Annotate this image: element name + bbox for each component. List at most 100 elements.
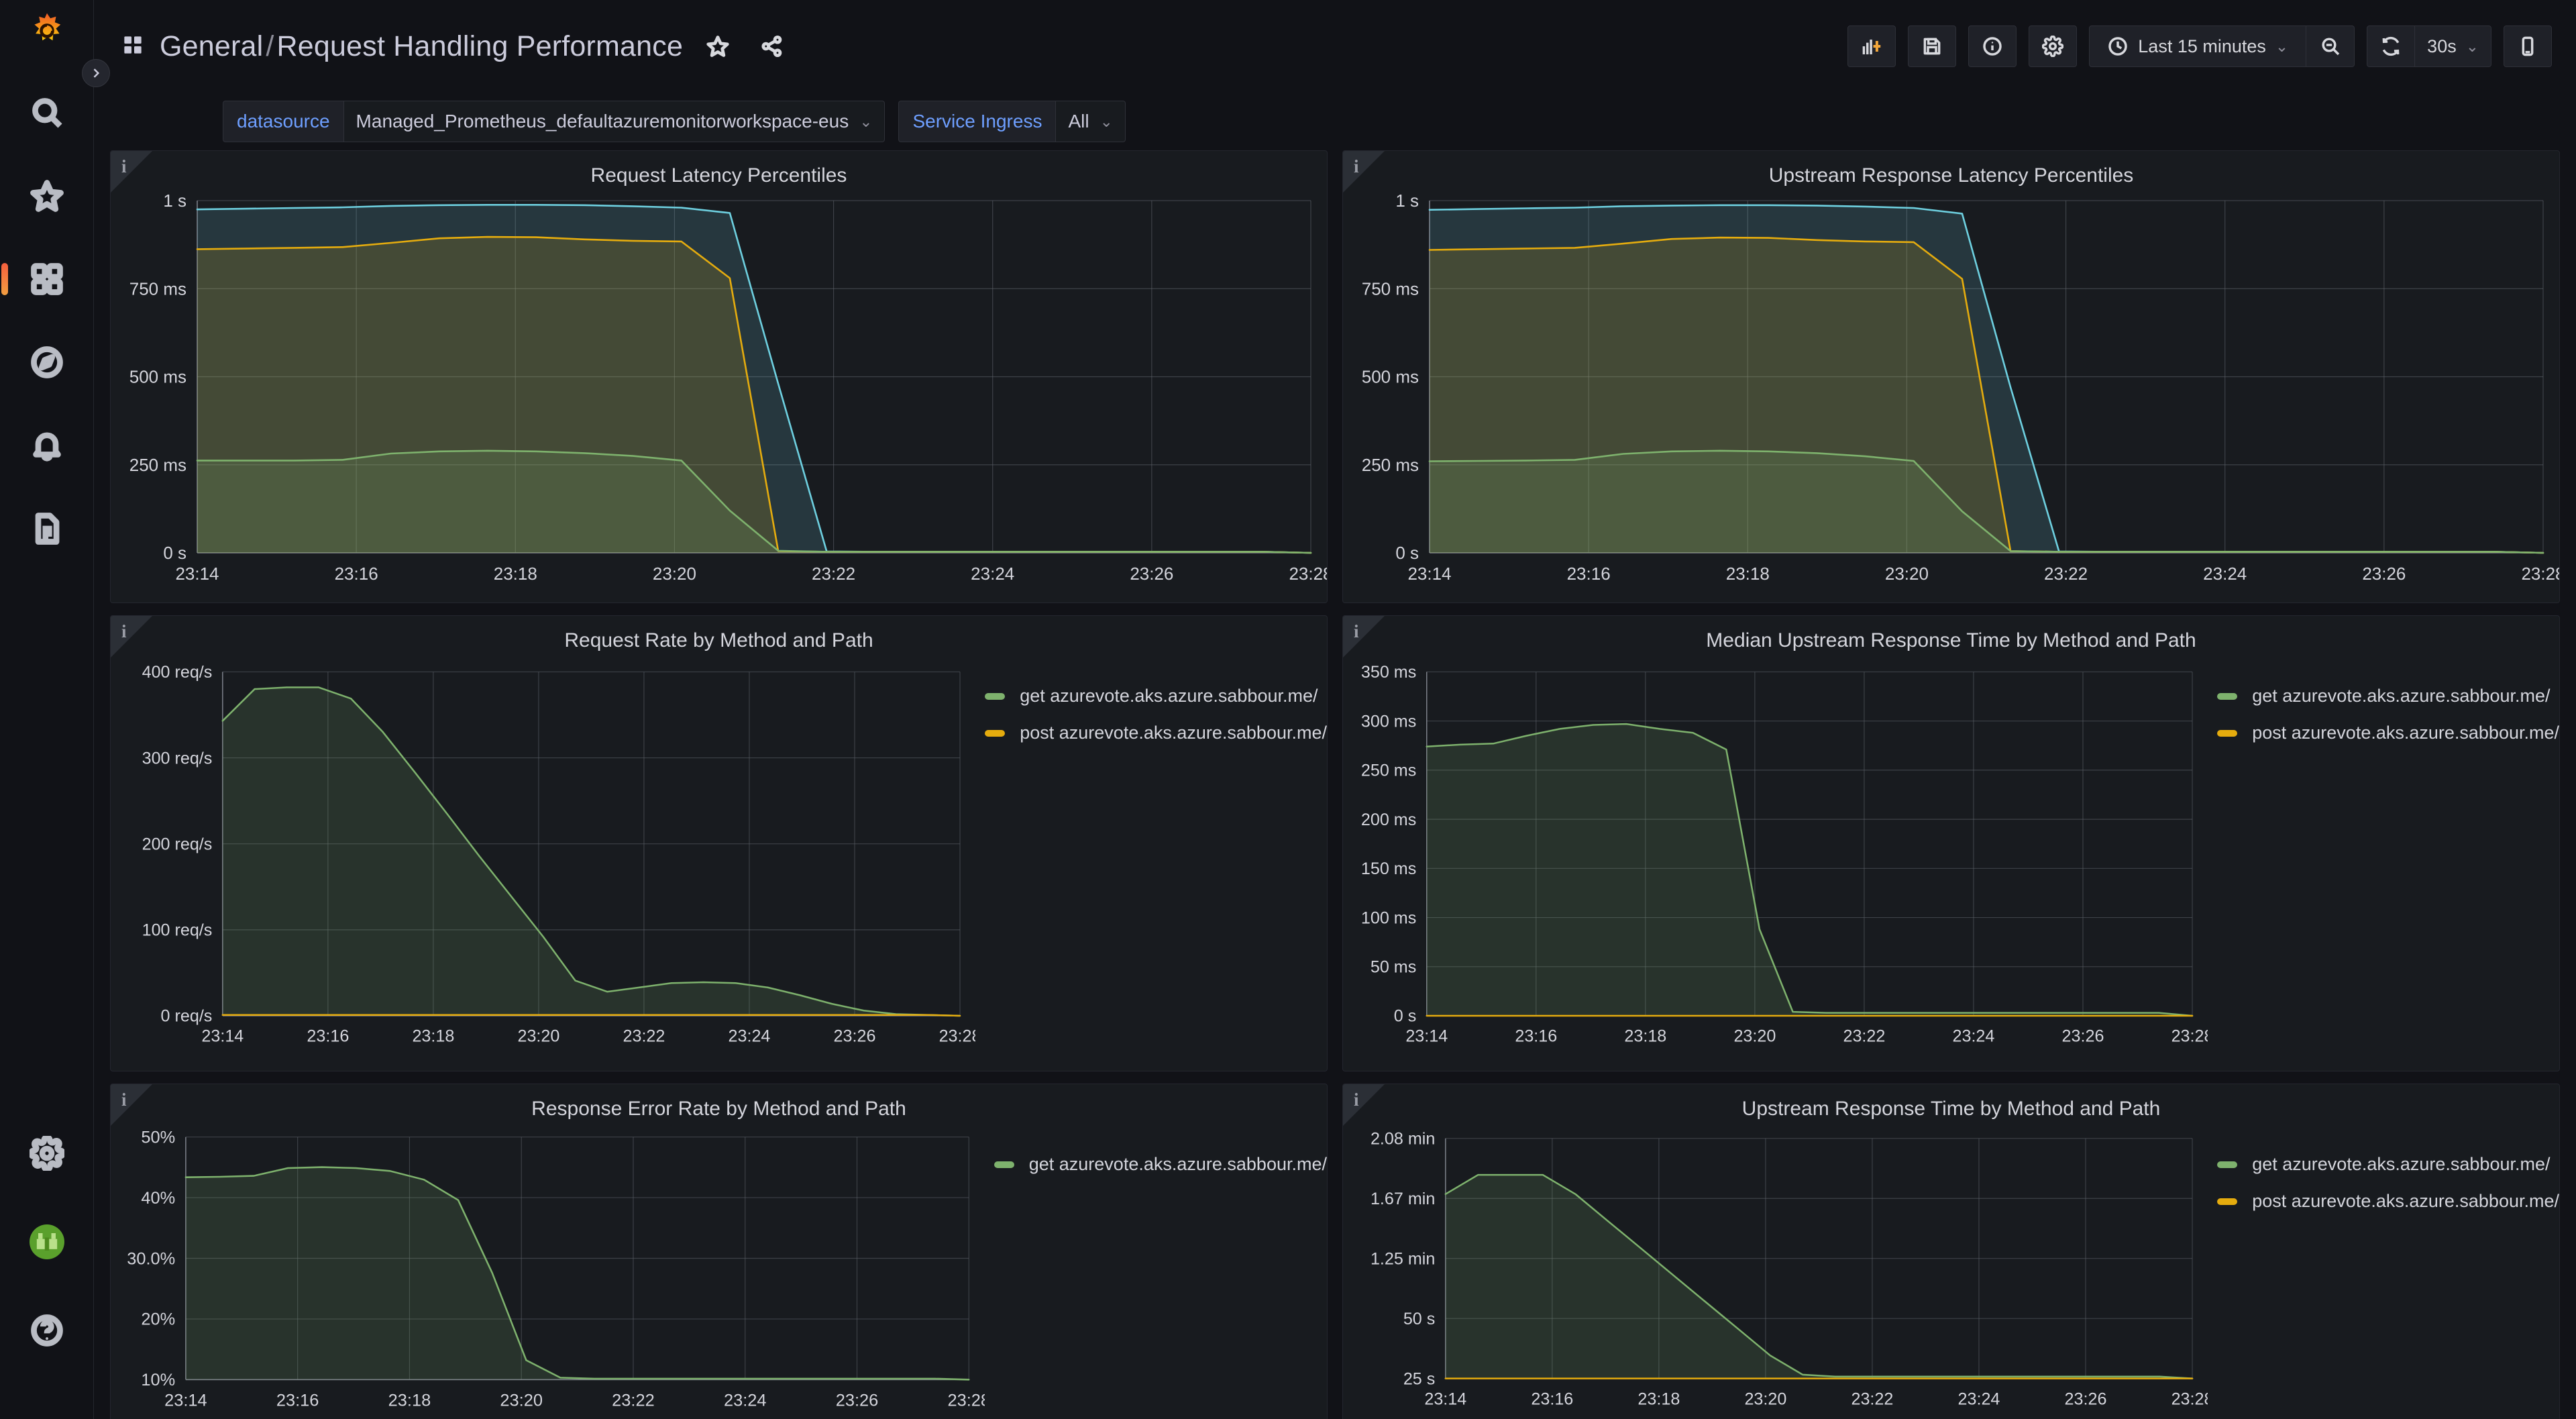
svg-text:0 s: 0 s <box>1394 1007 1417 1026</box>
svg-text:40%: 40% <box>141 1189 175 1208</box>
add-panel-icon <box>1862 40 1881 54</box>
panel-title: Request Latency Percentiles <box>590 164 847 186</box>
svg-text:0 s: 0 s <box>163 543 186 563</box>
add-panel-button[interactable] <box>1847 25 1896 67</box>
sidebar-item-search[interactable] <box>23 89 71 137</box>
sidebar-item-user-profile[interactable] <box>23 1218 71 1266</box>
legend-color-swatch <box>985 692 1006 700</box>
refresh-interval-picker[interactable]: 30s ⌄ <box>2415 25 2491 67</box>
plot-area[interactable]: 0 s 50 ms 100 ms 150 ms 200 ms 250 ms 300 ms 35… <box>1343 651 2208 1065</box>
search-icon <box>32 98 62 128</box>
sidebar-item-dashboards[interactable] <box>1 255 71 303</box>
svg-text:23:28: 23:28 <box>2521 564 2559 584</box>
plot-area[interactable]: 10% 20% 30.0% 40% 50% 23:14 23:16 23:18 23:20 23:… <box>111 1119 985 1419</box>
star-dashboard-button[interactable] <box>699 28 737 65</box>
svg-text:0 req/s: 0 req/s <box>161 1007 213 1026</box>
chart-legend[interactable]: get azurevote.aks.azure.sabbour.me/post … <box>975 651 1327 1065</box>
refresh-button[interactable] <box>2367 25 2416 67</box>
dashboard-settings-button[interactable] <box>2029 25 2078 67</box>
plot-area[interactable]: 0 s 250 ms 500 ms 750 ms 1 s 23:14 23:16 23:18 2… <box>111 186 1327 597</box>
info-icon[interactable]: i <box>1354 621 1359 642</box>
sidebar-item-explore[interactable] <box>23 338 71 386</box>
chart-legend[interactable]: get azurevote.aks.azure.sabbour.me/post … <box>2208 651 2559 1065</box>
star-icon <box>30 180 64 212</box>
legend-label: post azurevote.aks.azure.sabbour.me/ <box>2252 723 2559 743</box>
sidebar-item-starred[interactable] <box>23 172 71 220</box>
svg-text:1.67 min: 1.67 min <box>1371 1190 1435 1208</box>
info-icon[interactable]: i <box>1354 1090 1359 1110</box>
svg-text:23:14: 23:14 <box>201 1027 244 1046</box>
plot-area[interactable]: 0 s 250 ms 500 ms 750 ms 1 s 23:14 23:16 23:18 2… <box>1343 186 2559 597</box>
svg-text:1 s: 1 s <box>163 191 186 211</box>
zoom-out-time-button[interactable] <box>2306 25 2355 67</box>
info-icon[interactable]: i <box>121 621 127 642</box>
legend-item[interactable]: get azurevote.aks.azure.sabbour.me/ <box>994 1154 1327 1175</box>
breadcrumb-separator: / <box>266 30 274 62</box>
legend-item[interactable]: get azurevote.aks.azure.sabbour.me/ <box>2217 686 2559 706</box>
plot-area[interactable]: 0 req/s 100 req/s 200 req/s 300 req/s 400 re… <box>111 651 976 1065</box>
variable-datasource-select[interactable]: Managed_Prometheus_defaultazuremonitorwo… <box>343 101 885 142</box>
panel-title: Upstream Response Time by Method and Pat… <box>1741 1098 2161 1119</box>
legend-item[interactable]: get azurevote.aks.azure.sabbour.me/ <box>2217 1154 2559 1175</box>
chart-0: 0 s 250 ms 500 ms 750 ms 1 s 23:14 23:16 23:18 2… <box>129 191 1327 584</box>
info-icon[interactable]: i <box>121 1090 127 1110</box>
chart-legend[interactable]: get azurevote.aks.azure.sabbour.me/ <box>985 1119 1327 1419</box>
tv-icon <box>2522 36 2534 56</box>
panel-upstream-response-latency-percentiles[interactable]: i Upstream Response Latency Percentiles … <box>1342 150 2560 603</box>
page-title[interactable]: Request Handling Performance <box>277 30 684 62</box>
svg-text:23:16: 23:16 <box>276 1391 319 1410</box>
time-range-label: Last 15 minutes <box>2138 36 2266 56</box>
info-icon[interactable]: i <box>1354 156 1359 177</box>
svg-text:50 s: 50 s <box>1403 1310 1436 1328</box>
legend-item[interactable]: get azurevote.aks.azure.sabbour.me/ <box>985 686 1327 706</box>
svg-text:200 req/s: 200 req/s <box>142 835 213 853</box>
legend-color-swatch <box>2217 692 2238 700</box>
legend-item[interactable]: post azurevote.aks.azure.sabbour.me/ <box>2217 723 2559 743</box>
sidebar-item-reports[interactable] <box>23 505 71 553</box>
tv-mode-button[interactable] <box>2504 25 2552 67</box>
svg-text:23:22: 23:22 <box>1851 1389 1893 1408</box>
left-sidebar <box>0 0 110 1419</box>
sidebar-item-help[interactable] <box>23 1306 71 1355</box>
panel-upstream-response-time-by-method-and-path[interactable]: i Upstream Response Time by Method and P… <box>1342 1084 2560 1419</box>
variable-service-ingress-label: Service Ingress <box>898 101 1056 142</box>
legend-item[interactable]: post azurevote.aks.azure.sabbour.me/ <box>985 723 1327 743</box>
chart-legend[interactable]: .5.95.99 <box>1343 597 2559 602</box>
sidebar-item-alerting[interactable] <box>23 421 71 470</box>
grafana-logo-icon[interactable] <box>0 0 94 60</box>
svg-text:50 ms: 50 ms <box>1371 957 1416 976</box>
chart-legend[interactable]: get azurevote.aks.azure.sabbour.me/post … <box>2208 1119 2559 1419</box>
svg-text:23:16: 23:16 <box>307 1027 349 1046</box>
sidebar-expand-button[interactable] <box>82 59 110 87</box>
share-dashboard-button[interactable] <box>753 28 790 65</box>
chart-3: 0 s 50 ms 100 ms 150 ms 200 ms 250 ms 300 ms 35… <box>1361 663 2208 1046</box>
clock-icon <box>2108 37 2128 56</box>
breadcrumb-folder[interactable]: General <box>160 30 263 62</box>
time-range-picker[interactable]: Last 15 minutes ⌄ <box>2089 25 2307 67</box>
panel-request-rate-by-method-and-path[interactable]: i Request Rate by Method and Path 0 req/… <box>110 615 1328 1071</box>
gear-icon <box>2042 36 2064 57</box>
info-circle-icon <box>1983 37 2002 56</box>
svg-text:23:18: 23:18 <box>412 1027 454 1046</box>
svg-text:23:28: 23:28 <box>948 1391 985 1410</box>
plot-area[interactable]: 25 s 50 s 1.25 min 1.67 min 2.08 min 23:14 23:… <box>1343 1119 2208 1419</box>
chevron-down-icon: ⌄ <box>859 112 873 130</box>
variable-service-ingress-select[interactable]: All ⌄ <box>1055 101 1126 142</box>
chart-legend[interactable]: .5.95.99 <box>111 597 1327 602</box>
svg-text:23:20: 23:20 <box>1885 564 1929 584</box>
chevron-down-icon: ⌄ <box>2465 37 2479 55</box>
svg-text:23:16: 23:16 <box>1515 1027 1557 1046</box>
panel-request-latency-percentiles[interactable]: i Request Latency Percentiles 0 s 250 ms 5… <box>110 150 1328 603</box>
save-dashboard-button[interactable] <box>1908 25 1957 67</box>
svg-text:23:26: 23:26 <box>1130 564 1173 584</box>
star-icon <box>706 36 729 57</box>
info-icon[interactable]: i <box>121 156 127 177</box>
svg-text:23:24: 23:24 <box>2203 564 2247 584</box>
panel-response-error-rate-by-method-and-path[interactable]: i Response Error Rate by Method and Path… <box>110 1084 1328 1419</box>
main-area: General/Request Handling Performance Las… <box>94 0 2576 1419</box>
dashboard-insights-button[interactable] <box>1968 25 2017 67</box>
sidebar-item-configuration[interactable] <box>23 1129 71 1177</box>
legend-item[interactable]: post azurevote.aks.azure.sabbour.me/ <box>2217 1191 2559 1212</box>
svg-text:23:26: 23:26 <box>2065 1389 2107 1408</box>
panel-median-upstream-response-time-by-method-and-path[interactable]: i Median Upstream Response Time by Metho… <box>1342 615 2560 1071</box>
